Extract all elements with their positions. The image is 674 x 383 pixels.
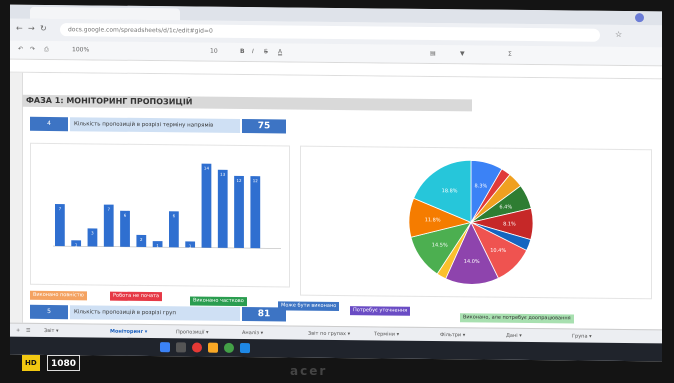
bar-data-label: 13 [220,172,226,177]
kpi-top-label: Кількість пропозицій в розрізі терміну н… [70,117,240,133]
status-chip: Виконано, але потребує доопрацювання [460,313,574,324]
all-sheets-icon[interactable]: ☰ [26,328,30,334]
url-field[interactable]: docs.google.com/spreadsheets/d/1c/edit#g… [60,23,600,42]
kpi-top-index: 4 [30,116,68,132]
undo-icon[interactable]: ↶ [18,46,23,53]
start-icon[interactable] [160,342,170,353]
functions-icon[interactable]: Σ [508,51,512,58]
pie-slice-label: 6.4% [499,204,512,210]
bar [201,163,212,248]
bar-chart-panel: 7 1 3 7 6 2 1 6 1 14 13 12 12 [30,142,290,288]
print-icon[interactable]: ⎙ [44,46,49,54]
explorer-icon[interactable] [208,342,218,353]
resolution-badge: 1080 [47,355,81,371]
pie-slice-label: 18.8% [442,188,458,194]
pie-slice-label: 11.8% [425,217,441,223]
bar-data-label: 1 [189,243,192,248]
sheet-tab[interactable]: Терміни ▾ [374,331,399,337]
zoom-select[interactable]: 100% [72,46,89,53]
kpi-bottom-label: Кількість пропозицій в розрізі груп [70,305,240,321]
bar-chart: 713762161141312 12 [53,163,281,249]
back-icon[interactable]: ← [16,24,23,33]
row-header [10,72,23,323]
font-size-field[interactable]: 10 [210,48,218,55]
bar-data-label: 12 [236,178,242,183]
pie-chart-panel: 8.3% 6.4% 8.1% 10.4% 14.0% 14.5% 11.8% 18.8% [300,145,652,300]
text-color-icon[interactable]: A [278,48,282,55]
bar-data-label: 6 [173,213,176,218]
profile-avatar[interactable] [635,13,644,23]
status-chip: Виконано повністю [30,290,87,301]
edge-icon[interactable] [240,342,250,354]
bar-data-label: 3 [91,230,94,235]
strikethrough-icon[interactable]: S [264,48,268,55]
add-sheet-icon[interactable]: + [16,328,20,334]
sheet-tab[interactable]: Група ▾ [572,333,592,339]
sheet-tab[interactable]: Дані ▾ [506,333,522,339]
bar [234,175,244,249]
filter-icon[interactable]: ▼ [460,50,465,57]
redo-icon[interactable]: ↷ [30,46,35,53]
search-icon[interactable] [176,342,186,353]
status-chip: Може бути виконано [278,301,340,312]
pie-slice-label: 10.4% [490,248,506,254]
star-icon[interactable]: ☆ [615,30,622,39]
kpi-top-value: 75 [242,119,286,134]
sheet-tab[interactable]: Звіт ▾ [44,328,59,334]
reload-icon[interactable]: ↻ [40,24,47,33]
bar-data-label: 12 [253,178,259,183]
pie-slice-label: 14.5% [432,242,448,248]
bold-icon[interactable]: B [240,48,245,55]
hd-badge: HD [22,355,40,371]
sheet-tab[interactable]: Моніторинг ▾ [110,329,147,335]
chrome-icon[interactable] [224,342,234,353]
opera-icon[interactable] [192,342,202,353]
status-chip: Робота не почата [110,291,163,302]
bar-data-label: 1 [75,242,78,247]
pie-slice-label: 14.0% [464,259,480,265]
chart-icon[interactable]: ▤ [430,50,436,57]
kpi-bottom-index: 5 [30,304,68,320]
pie-chart: 8.3% 6.4% 8.1% 10.4% 14.0% 14.5% 11.8% 18.8% [408,160,534,285]
spreadsheet-grid: ФАЗА 1: МОНІТОРИНГ ПРОПОЗИЦІЙ 4 Кількіст… [10,72,662,330]
sheet-tab[interactable]: Аналіз ▾ [242,330,263,336]
pie-slice-label: 8.3% [475,183,488,189]
monitor-brand-logo: acer [290,364,328,378]
sheet-tab[interactable]: Фільтри ▾ [440,332,465,338]
bar [217,169,228,248]
bar-data-label: 6 [124,213,127,218]
status-chip: Потребує уточнення [350,306,411,316]
sheet-tab[interactable]: Звіт по групах ▾ [308,331,350,337]
screen: ← → ↻ docs.google.com/spreadsheets/d/1c/… [10,4,662,362]
pie-slice-label: 8.1% [503,221,516,227]
bar-data-label: 7 [59,206,62,211]
x-axis [53,245,281,249]
page-title: ФАЗА 1: МОНІТОРИНГ ПРОПОЗИЦІЙ [22,94,472,112]
status-chip: Виконано частково [190,296,247,307]
italic-icon[interactable]: I [252,48,254,55]
bar-data-label: 7 [107,207,110,212]
sheet-tab[interactable]: Пропозиції ▾ [176,329,209,335]
bar-data-label: 14 [204,166,210,171]
bar [250,176,261,249]
bar-data-label: 2 [140,237,143,242]
forward-icon[interactable]: → [28,24,35,33]
kpi-bottom-value: 81 [242,307,286,322]
